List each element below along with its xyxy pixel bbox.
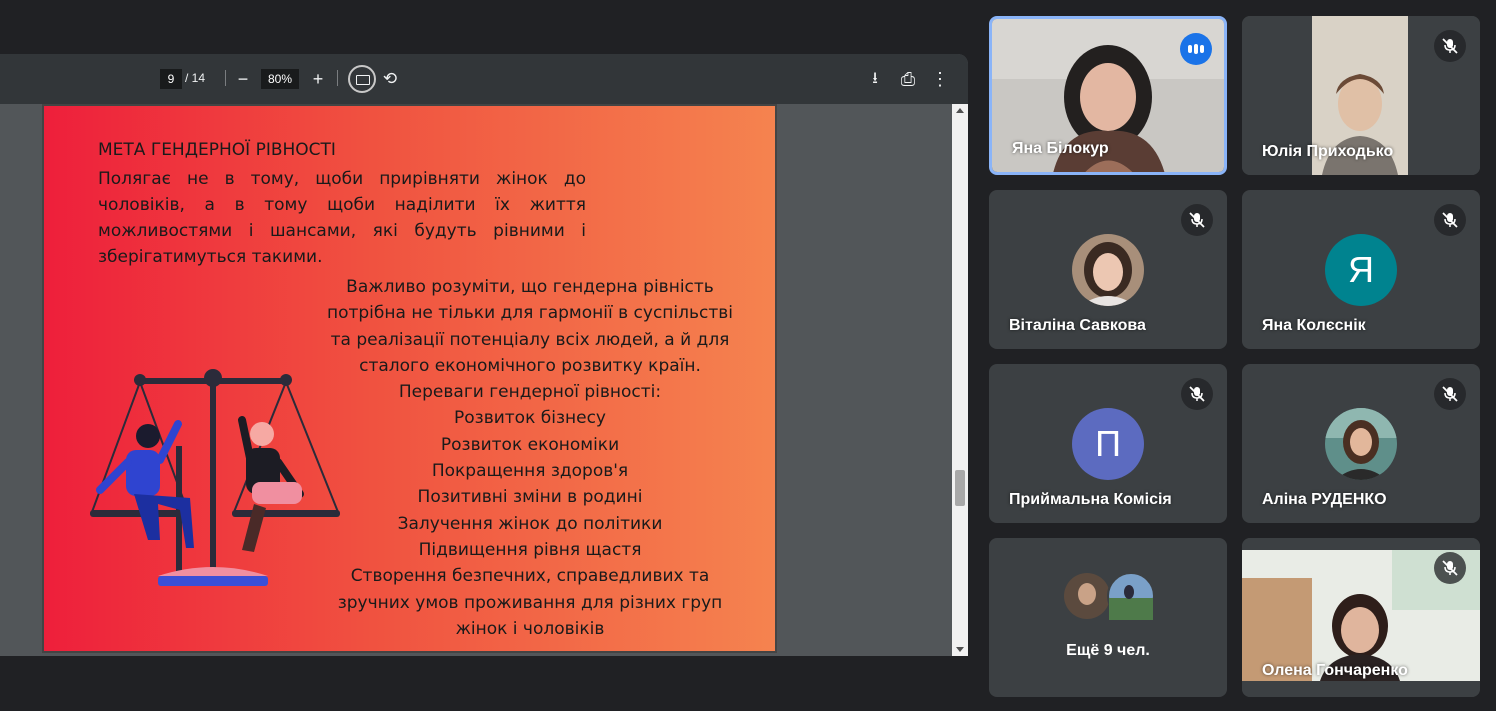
participant-name: Яна Колєснік (1262, 317, 1366, 334)
toolbar-divider (337, 70, 338, 86)
mic-off-icon (1181, 378, 1213, 410)
slide-line: Важливо розуміти, що гендерна рівність (346, 277, 714, 297)
zoom-out-button[interactable]: − (230, 66, 256, 92)
avatar: П (1072, 408, 1144, 480)
slide-line: сталого економічного розвитку країн. (359, 355, 701, 376)
participant-name: Юлія Приходько (1262, 143, 1394, 160)
slide-line: потрібна не тільки для гармонії в суспіл… (326, 303, 734, 324)
download-icon[interactable]: ⭳ (862, 66, 888, 92)
more-participants-tile[interactable]: Ещё 9 чел. (989, 538, 1227, 697)
scroll-down-icon[interactable] (956, 647, 964, 652)
zoom-level-input[interactable]: 80% (261, 69, 299, 89)
avatar (1325, 408, 1397, 480)
page-number-input[interactable]: 9 (160, 69, 182, 89)
slide-line: Залучення жінок до політики (397, 513, 663, 534)
participant-tile[interactable]: Аліна РУДЕНКО (1242, 364, 1480, 523)
participant-tile[interactable]: Юлія Приходько (1242, 16, 1480, 175)
pdf-viewer: 9 / 14 − 80% + ⟲ ⭳ ⎙ ⋮ МЕТА ГЕНДЕРНОЇ РІ… (0, 54, 968, 656)
fit-to-page-button[interactable] (348, 65, 376, 93)
scroll-thumb[interactable] (955, 470, 965, 506)
participant-name: Яна Білокур (1012, 140, 1109, 157)
avatar: Я (1325, 234, 1397, 306)
page-total: / 14 (185, 71, 206, 85)
mic-off-icon (1434, 204, 1466, 236)
avatar (1072, 234, 1144, 306)
mic-off-icon (1434, 552, 1466, 584)
vertical-scrollbar[interactable] (952, 104, 968, 656)
mic-off-icon (1434, 378, 1466, 410)
rotate-icon[interactable]: ⟲ (377, 66, 403, 92)
participant-tile[interactable]: Віталіна Савкова (989, 190, 1227, 349)
speaking-indicator-icon (1180, 33, 1212, 65)
pdf-toolbar: 9 / 14 − 80% + ⟲ ⭳ ⎙ ⋮ (0, 54, 968, 104)
scroll-up-icon[interactable] (956, 108, 964, 113)
slide-line: Покращення здоров'я (431, 461, 629, 482)
print-icon[interactable]: ⎙ (895, 66, 921, 92)
toolbar-divider (225, 70, 226, 86)
slide-line: Розвиток економіки (440, 434, 620, 455)
participant-tile[interactable]: П Приймальна Комісія (989, 364, 1227, 523)
mic-off-icon (1181, 204, 1213, 236)
participant-name: Олена Гончаренко (1262, 662, 1408, 679)
more-options-icon[interactable]: ⋮ (927, 66, 953, 92)
more-participants-label: Ещё 9 чел. (1066, 642, 1150, 659)
slide-line: Позитивні зміни в родині (417, 487, 643, 508)
slide-text-block: Важливо розуміти, що гендерна рівність по… (312, 274, 748, 642)
participant-name: Віталіна Савкова (1009, 317, 1146, 334)
slide-paragraph: Полягає не в тому, щоби прирівняти жінок… (98, 169, 586, 267)
participant-name: Приймальна Комісія (1009, 491, 1172, 508)
slide-line: зручних умов проживання для різних груп (337, 592, 723, 613)
slide-line: Створення безпечних, справедливих та (350, 566, 710, 587)
participant-name: Аліна РУДЕНКО (1262, 491, 1387, 508)
slide-line: жінок і чоловіків (455, 618, 605, 639)
gender-scale-illustration (90, 369, 340, 586)
zoom-in-button[interactable]: + (305, 66, 331, 92)
participant-tile[interactable]: Олена Гончаренко (1242, 538, 1480, 697)
slide-title: МЕТА ГЕНДЕРНОЇ РІВНОСТІ (98, 140, 336, 160)
slide-line: Підвищення рівня щастя (418, 539, 642, 560)
participant-tile[interactable]: Я Яна Колєснік (1242, 190, 1480, 349)
avatar-group (1064, 572, 1155, 620)
slide-line: та реалізації потенціалу всіх людей, а й… (330, 329, 730, 350)
slide-line: Переваги гендерної рівності: (398, 382, 662, 403)
participant-tile[interactable]: Яна Білокур (989, 16, 1227, 175)
pdf-page: МЕТА ГЕНДЕРНОЇ РІВНОСТІ Полягає не в том… (42, 104, 777, 653)
mic-off-icon (1434, 30, 1466, 62)
slide-line: Розвиток бізнесу (454, 408, 606, 429)
